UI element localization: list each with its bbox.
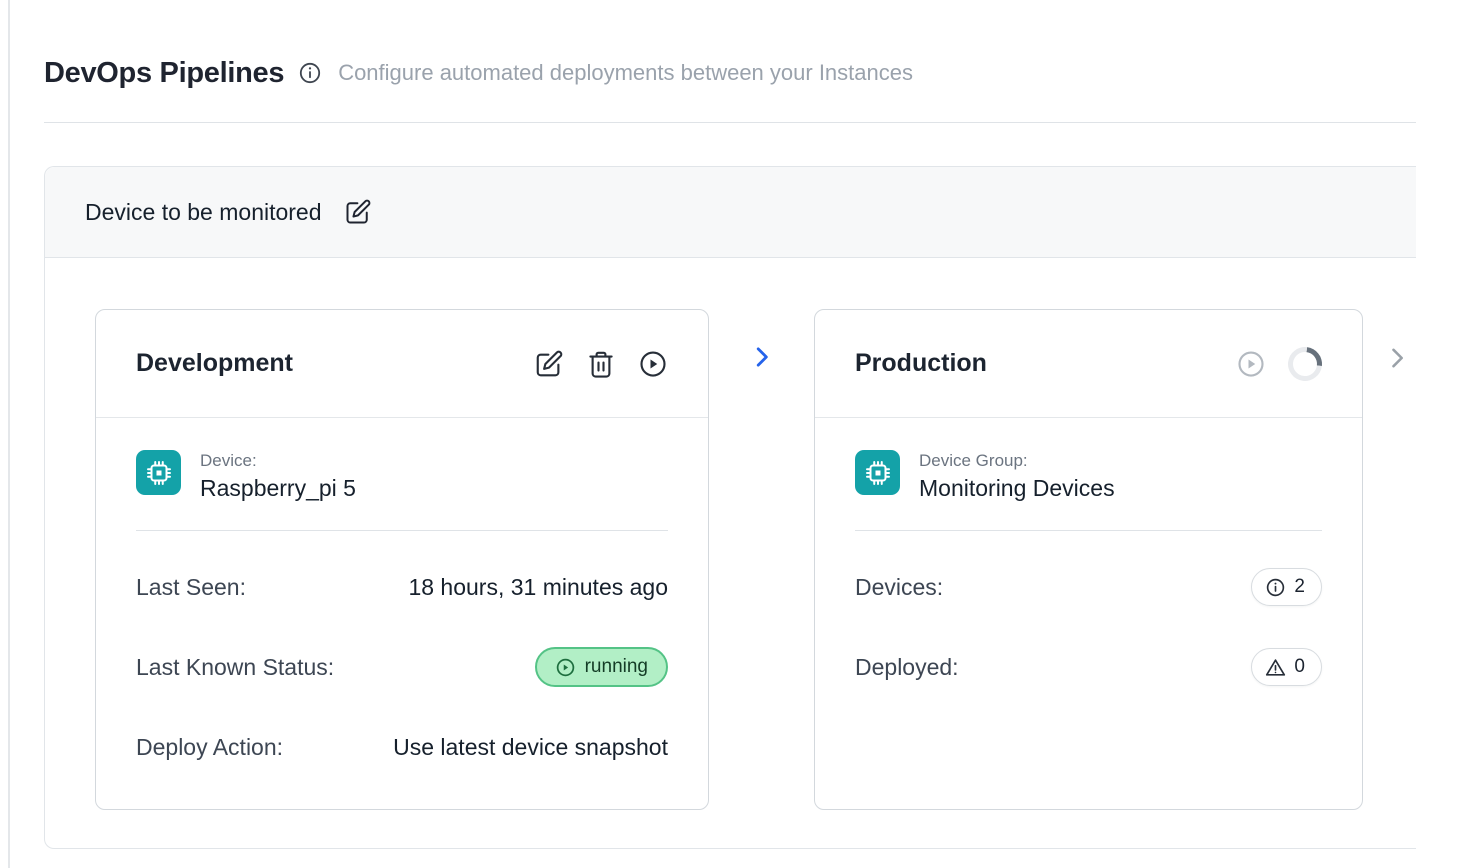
- pipeline-panel-body: Development: [45, 258, 1416, 810]
- chevron-right-icon[interactable]: [1383, 344, 1411, 372]
- device-group-label: Device Group:: [919, 451, 1115, 471]
- last-known-status-row: Last Known Status: running: [136, 643, 668, 691]
- production-stage-card: Production: [814, 309, 1363, 810]
- warning-triangle-icon: [1265, 657, 1286, 678]
- status-text: running: [585, 656, 648, 678]
- stage-title-development: Development: [136, 349, 293, 378]
- chevron-right-icon: [749, 344, 775, 370]
- last-seen-label: Last Seen:: [136, 574, 246, 601]
- page-title: DevOps Pipelines: [44, 54, 284, 92]
- deploy-action-row: Deploy Action: Use latest device snapsho…: [136, 723, 668, 771]
- devices-label: Devices:: [855, 574, 943, 601]
- last-seen-value: 18 hours, 31 minutes ago: [408, 574, 668, 601]
- development-card-body: Device: Raspberry_pi 5 Last Seen: 18 hou…: [96, 418, 708, 771]
- devices-count-badge[interactable]: 2: [1251, 568, 1322, 606]
- last-known-status-label: Last Known Status:: [136, 654, 334, 681]
- devices-count: 2: [1294, 576, 1305, 598]
- card-divider: [136, 530, 668, 531]
- device-info-row: Device: Raspberry_pi 5: [136, 450, 668, 502]
- deployed-row: Deployed: 0: [855, 643, 1322, 691]
- deployed-count-badge[interactable]: 0: [1251, 648, 1322, 686]
- page-subtitle: Configure automated deployments between …: [338, 60, 913, 86]
- page-header: DevOps Pipelines Configure automated dep…: [44, 54, 1416, 92]
- main-content: DevOps Pipelines Configure automated dep…: [0, 0, 1416, 849]
- deploy-action-label: Deploy Action:: [136, 734, 283, 761]
- trash-icon[interactable]: [586, 349, 616, 379]
- device-group-name: Monitoring Devices: [919, 475, 1115, 502]
- status-badge: running: [535, 647, 668, 687]
- devices-row: Devices: 2: [855, 563, 1322, 611]
- card-divider: [855, 530, 1322, 531]
- device-group-meta: Device Group: Monitoring Devices: [919, 450, 1115, 502]
- development-stage-card: Development: [95, 309, 709, 810]
- development-card-header: Development: [96, 310, 708, 418]
- deploy-action-value: Use latest device snapshot: [393, 734, 668, 761]
- pipeline-arrow: [709, 344, 814, 370]
- pipeline-panel: Device to be monitored Development: [44, 166, 1416, 849]
- production-card-header: Production: [815, 310, 1362, 418]
- pipeline-panel-header: Device to be monitored: [45, 167, 1416, 258]
- header-divider: [44, 122, 1416, 123]
- device-meta: Device: Raspberry_pi 5: [200, 450, 356, 502]
- deployed-count: 0: [1294, 656, 1305, 678]
- panel-title: Device to be monitored: [85, 199, 322, 226]
- edit-icon[interactable]: [344, 198, 372, 226]
- development-card-actions: [534, 349, 668, 379]
- device-name: Raspberry_pi 5: [200, 475, 356, 502]
- device-group-info-row: Device Group: Monitoring Devices: [855, 450, 1322, 502]
- info-icon: [1265, 577, 1286, 598]
- page-left-border: [8, 0, 10, 868]
- deployed-label: Deployed:: [855, 654, 959, 681]
- stage-title-production: Production: [855, 349, 987, 378]
- loading-spinner-icon: [1281, 340, 1329, 388]
- info-icon[interactable]: [298, 61, 322, 85]
- device-label: Device:: [200, 451, 356, 471]
- edit-icon[interactable]: [534, 349, 564, 379]
- production-card-actions: [1236, 347, 1322, 381]
- play-circle-icon[interactable]: [1236, 349, 1266, 379]
- play-circle-icon: [555, 657, 576, 678]
- production-card-body: Device Group: Monitoring Devices Devices…: [815, 418, 1362, 691]
- last-seen-row: Last Seen: 18 hours, 31 minutes ago: [136, 563, 668, 611]
- cpu-chip-icon: [136, 450, 181, 495]
- play-circle-icon[interactable]: [638, 349, 668, 379]
- cpu-chip-icon: [855, 450, 900, 495]
